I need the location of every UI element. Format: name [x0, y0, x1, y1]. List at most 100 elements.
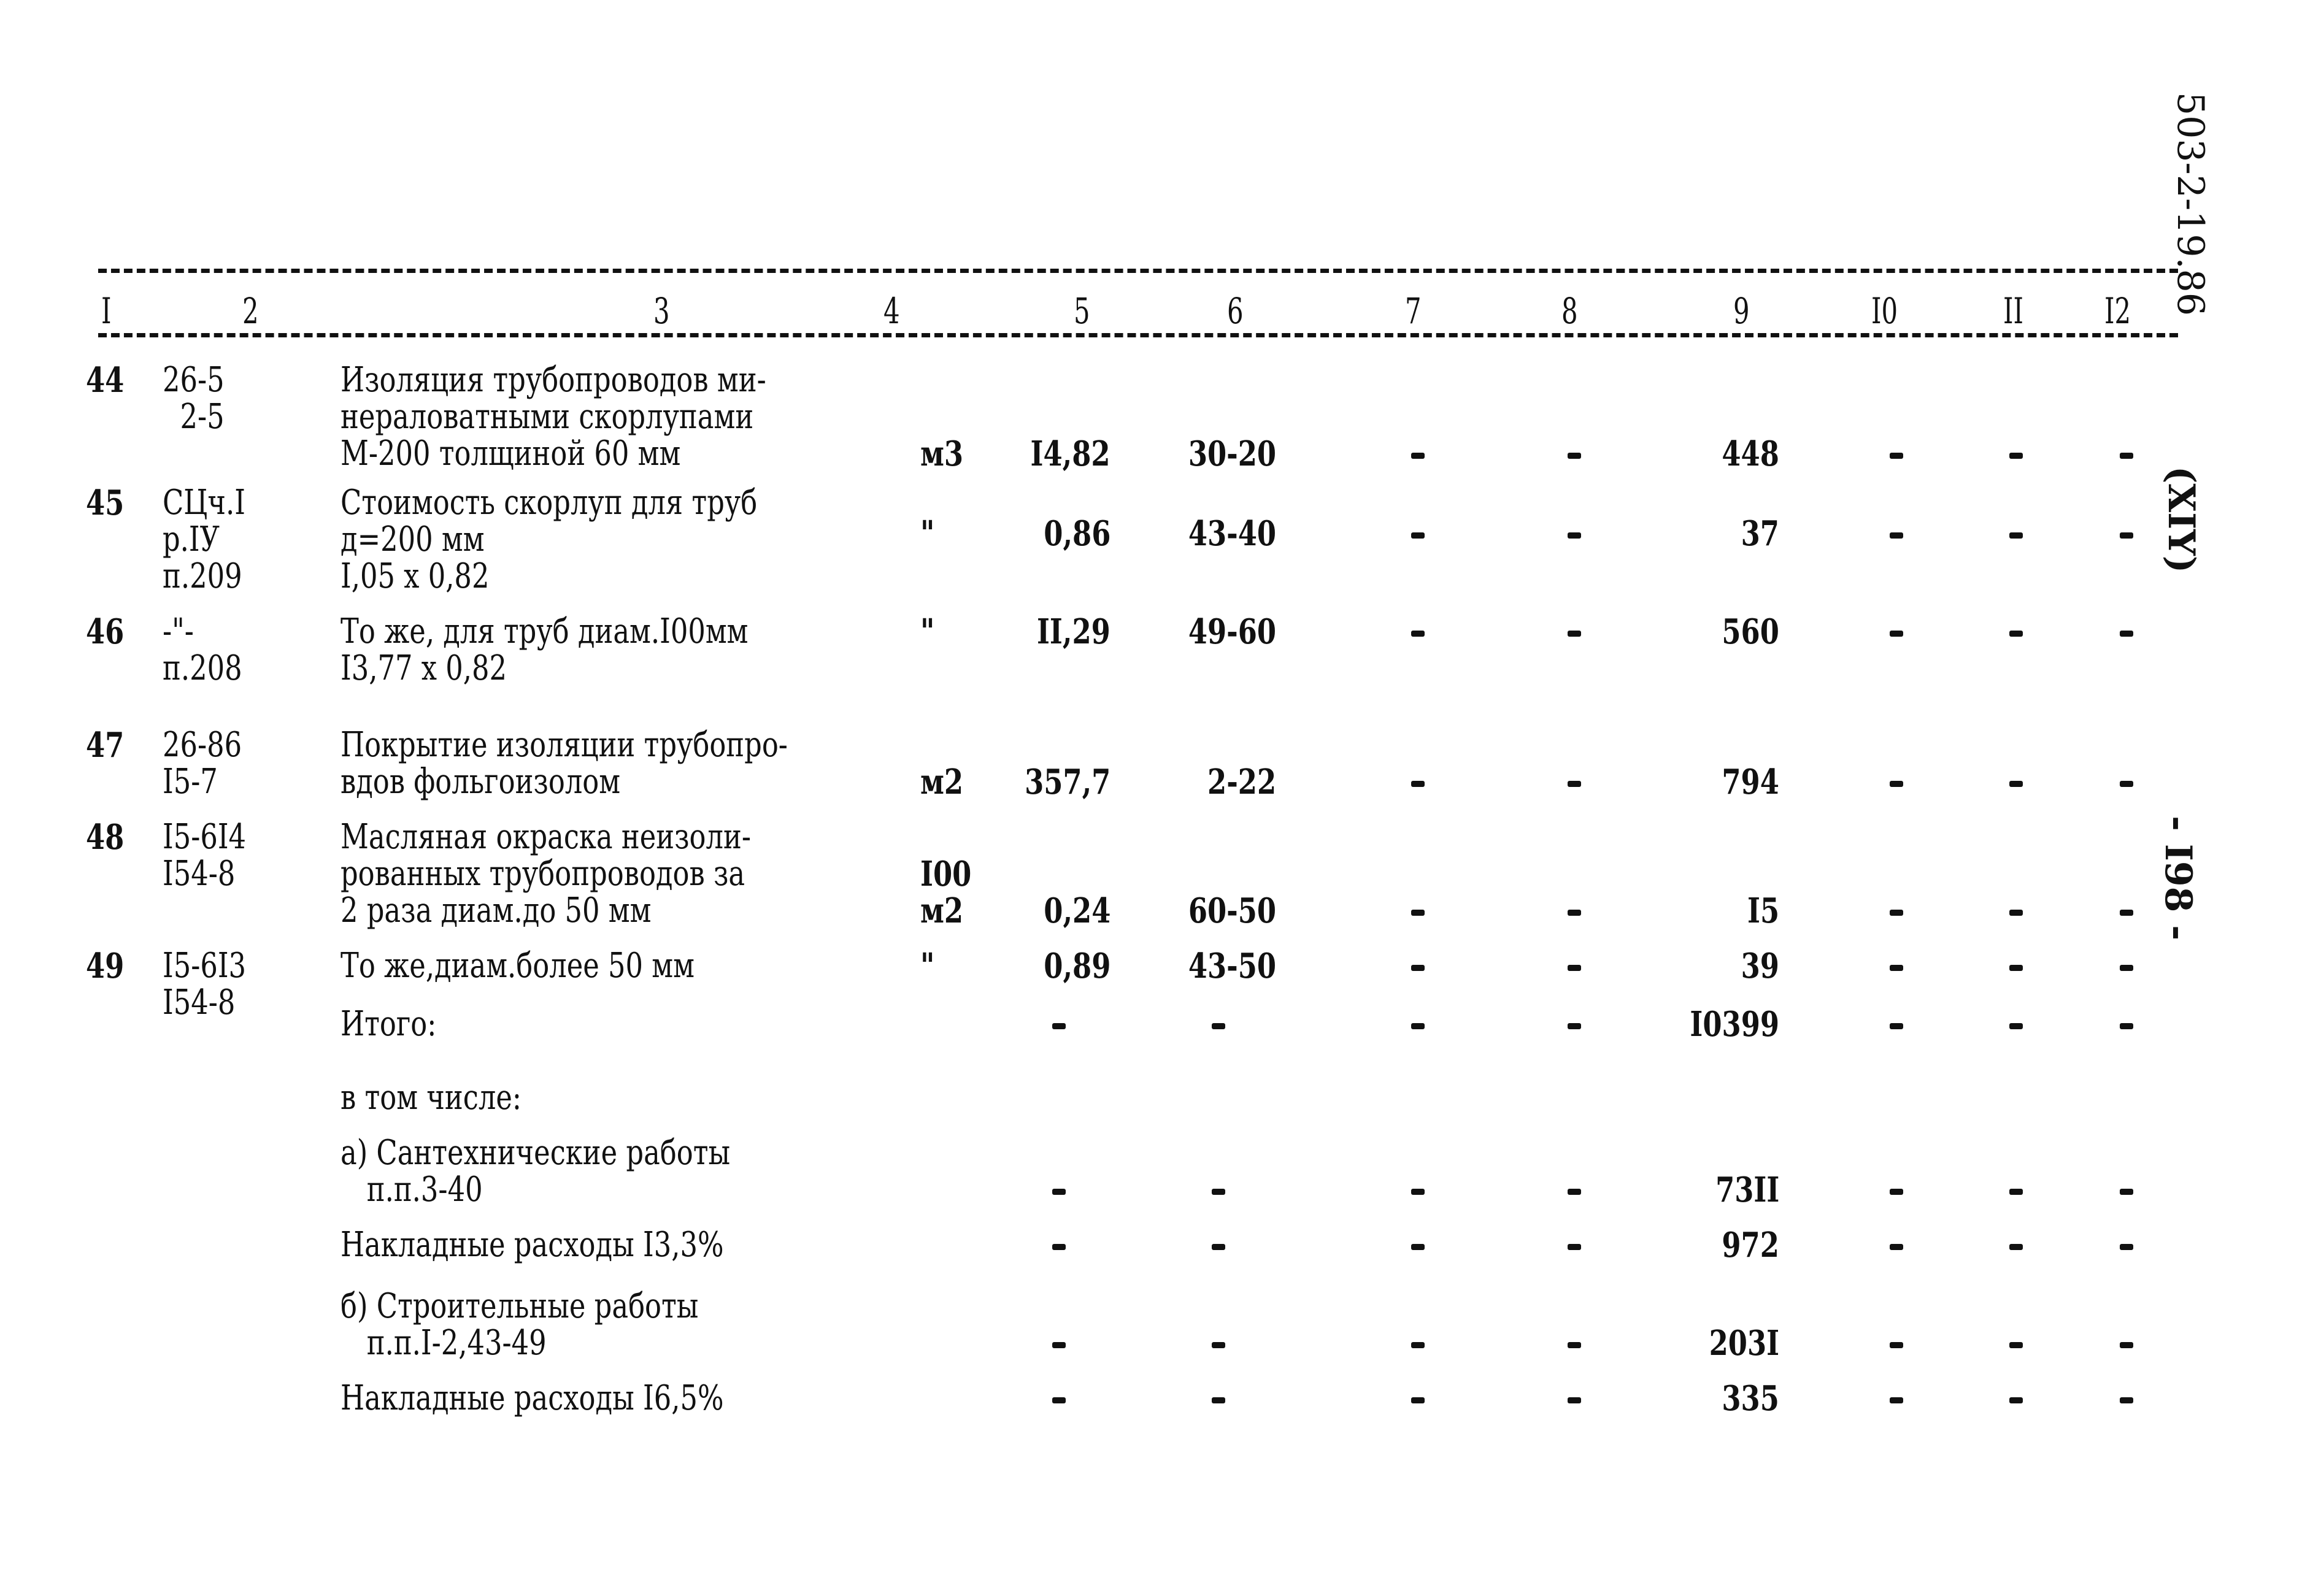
empty-cell-col8	[1568, 532, 1581, 539]
norm-reference: СЦч.I р.IУ п.209	[163, 483, 245, 596]
unit-price: 2-22	[1207, 762, 1276, 802]
summary-total: 203I	[1709, 1323, 1779, 1364]
empty-cell-col11	[2009, 1189, 2023, 1195]
empty-cell-col8	[1568, 453, 1581, 459]
work-description: Изоляция трубопроводов ми- нераловатными…	[341, 360, 766, 474]
unit-price: 60-50	[1188, 891, 1276, 931]
unit: I00 м2	[920, 854, 972, 931]
total-cost: 39	[1741, 946, 1779, 986]
empty-cell-col12	[2120, 532, 2133, 539]
row-number: 49	[86, 946, 125, 986]
header-rule-bottom	[98, 333, 2178, 337]
empty-cell-col8	[1568, 965, 1581, 971]
column-header: 4	[883, 290, 900, 332]
empty-cell-col12	[2120, 781, 2133, 787]
unit: "	[920, 946, 935, 986]
empty-cell-col8	[1568, 1023, 1581, 1029]
column-header: I2	[2104, 290, 2131, 332]
quantity: II,29	[1037, 612, 1110, 652]
header-rule-top	[98, 269, 2178, 273]
unit: м3	[920, 434, 964, 474]
empty-cell-col8	[1568, 1397, 1581, 1403]
norm-reference: I5-6I3 I54-8	[163, 946, 247, 1022]
document-code: 503-2-19.86	[2169, 92, 2212, 317]
empty-cell-col8	[1568, 631, 1581, 637]
summary-label: б) Строительные работы п.п.I-2,43-49	[341, 1286, 699, 1363]
empty-cell-col7	[1411, 1189, 1425, 1195]
unit: м2	[920, 762, 964, 802]
quantity: 0,89	[1043, 946, 1110, 986]
empty-cell-col8	[1568, 1342, 1581, 1348]
empty-cell-col6	[1212, 1342, 1225, 1348]
empty-cell-col8	[1568, 910, 1581, 916]
quantity: I4,82	[1030, 434, 1110, 474]
empty-cell-col6	[1212, 1189, 1225, 1195]
empty-cell-col8	[1568, 1189, 1581, 1195]
unit-price: 49-60	[1188, 612, 1276, 652]
empty-cell-col10	[1890, 1342, 1903, 1348]
work-description: Стоимость скорлуп для труб д=200 мм I,05…	[341, 483, 758, 596]
empty-cell-col11	[2009, 910, 2023, 916]
unit: "	[920, 513, 935, 554]
empty-cell-col5	[1052, 1189, 1066, 1195]
norm-reference: -"- п.208	[163, 612, 242, 688]
summary-total: 335	[1722, 1378, 1779, 1419]
empty-cell-col12	[2120, 1342, 2133, 1348]
norm-reference: 26-86 I5-7	[163, 725, 242, 802]
column-header: 9	[1733, 290, 1750, 332]
empty-cell-col12	[2120, 965, 2133, 971]
norm-reference: 26-5 2-5	[163, 360, 225, 437]
empty-cell-col12	[2120, 631, 2133, 637]
column-header: I0	[1871, 290, 1898, 332]
total-cost: 448	[1722, 434, 1779, 474]
empty-cell-col7	[1411, 1244, 1425, 1250]
empty-cell-col10	[1890, 453, 1903, 459]
summary-total: 972	[1722, 1225, 1779, 1265]
empty-cell-col11	[2009, 1397, 2023, 1403]
empty-cell-col10	[1890, 781, 1903, 787]
empty-cell-col12	[2120, 453, 2133, 459]
work-description: Покрытие изоляции трубопро- вдов фольгои…	[341, 725, 788, 802]
row-number: 47	[86, 725, 125, 765]
empty-cell-col11	[2009, 453, 2023, 459]
empty-cell-col12	[2120, 1189, 2133, 1195]
empty-cell-col8	[1568, 781, 1581, 787]
empty-cell-col6	[1212, 1023, 1225, 1029]
summary-total: 73II	[1715, 1170, 1779, 1210]
summary-label: Итого:	[341, 1004, 437, 1044]
empty-cell-col11	[2009, 1023, 2023, 1029]
summary-label: а) Сантехнические работы п.п.3-40	[341, 1133, 731, 1210]
work-description: То же, для труб диам.I00мм I3,77 x 0,82	[341, 612, 749, 688]
unit-price: 43-40	[1188, 513, 1276, 554]
empty-cell-col12	[2120, 1244, 2133, 1250]
empty-cell-col5	[1052, 1342, 1066, 1348]
empty-cell-col10	[1890, 631, 1903, 637]
empty-cell-col6	[1212, 1397, 1225, 1403]
empty-cell-col7	[1411, 532, 1425, 539]
empty-cell-col7	[1411, 631, 1425, 637]
empty-cell-col8	[1568, 1244, 1581, 1250]
empty-cell-col7	[1411, 1397, 1425, 1403]
column-header: 2	[242, 290, 259, 332]
empty-cell-col10	[1890, 965, 1903, 971]
unit-price: 43-50	[1188, 946, 1276, 986]
column-header: I	[101, 290, 112, 332]
empty-cell-col10	[1890, 910, 1903, 916]
empty-cell-col7	[1411, 453, 1425, 459]
estimate-page: 503-2-19.86 (XIY) - I98 - I 2 3 4 5 6 7 …	[0, 0, 2321, 1596]
empty-cell-col11	[2009, 1342, 2023, 1348]
empty-cell-col6	[1212, 1244, 1225, 1250]
work-description: То же,диам.более 50 мм	[341, 946, 695, 986]
column-header: II	[2003, 290, 2023, 332]
empty-cell-col12	[2120, 1023, 2133, 1029]
empty-cell-col5	[1052, 1244, 1066, 1250]
quantity: 357,7	[1024, 762, 1110, 802]
work-description: Масляная окраска неизоли- рованных трубо…	[341, 817, 751, 930]
empty-cell-col7	[1411, 1342, 1425, 1348]
total-cost: 560	[1722, 612, 1779, 652]
empty-cell-col7	[1411, 910, 1425, 916]
empty-cell-col5	[1052, 1397, 1066, 1403]
unit: "	[920, 612, 935, 652]
column-header: 6	[1227, 290, 1244, 332]
empty-cell-col7	[1411, 965, 1425, 971]
